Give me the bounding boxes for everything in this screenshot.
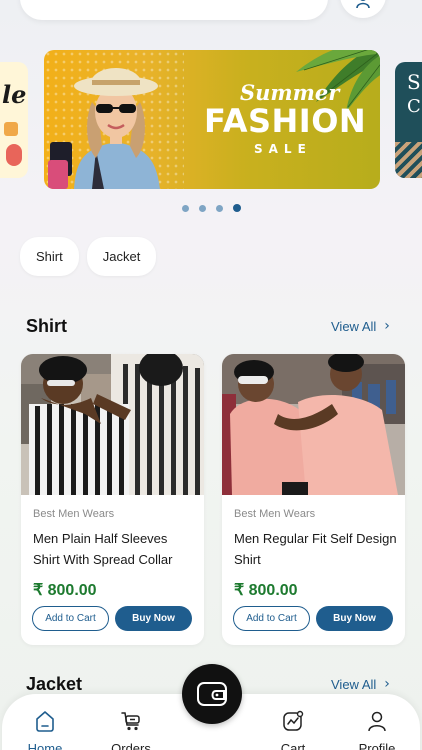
banner-next-peek[interactable]: S C [395,62,422,178]
orders-icon [121,712,140,731]
product-brand: Best Men Wears [234,508,316,520]
profile-icon [368,711,386,732]
home-icon [36,711,54,732]
carousel-dot[interactable] [182,204,189,212]
add-to-cart-button[interactable]: Add to Cart [233,606,310,631]
model-photo [48,68,160,189]
chip-jacket[interactable]: Jacket [86,237,157,276]
carousel-dot-active[interactable] [233,204,241,212]
nav-profile-label: Profile [358,741,396,750]
buy-now-button[interactable]: Buy Now [316,606,393,631]
section-title-shirt: Shirt [26,316,68,336]
buy-now-button[interactable]: Buy Now [115,606,192,631]
product-name[interactable]: Men Plain Half Sleeves Shirt With Spread… [33,528,197,570]
product-price: ₹ 800.00 [33,582,97,599]
search-input[interactable] [20,0,328,20]
banner-peek-text: le. [2,80,28,109]
product-image [21,354,204,495]
product-card[interactable]: Best Men Wears Men Plain Half Sleeves Sh… [21,354,204,645]
nav-orders-label: Orders [111,741,151,750]
product-name[interactable]: Men Regular Fit Self Design Shirt [234,528,398,570]
category-chips: Shirt Jacket [20,237,157,276]
wallet-button[interactable] [182,664,242,724]
nav-home[interactable]: Home [10,710,80,750]
carousel-dot[interactable] [199,204,206,212]
add-to-cart-button[interactable]: Add to Cart [32,606,109,631]
top-bar [0,0,422,22]
section-title-jacket: Jacket [26,674,83,694]
nav-profile[interactable]: Profile [342,710,412,750]
promo-banner[interactable]: Summer FASHION SALE [44,50,380,189]
nav-orders[interactable]: Orders [96,710,166,750]
nav-cart-label: Cart [280,741,306,750]
carousel-dot[interactable] [216,204,223,212]
product-brand: Best Men Wears [33,508,115,520]
chevron-right-icon: › [384,318,390,334]
wallet-icon [197,682,227,706]
user-button[interactable] [340,0,386,18]
cart-icon [283,710,304,731]
product-card[interactable]: Best Men Wears Men Regular Fit Self Desi… [222,354,405,645]
banner-title: FASHION [204,102,367,140]
chip-shirt[interactable]: Shirt [20,237,79,276]
product-image [222,354,405,495]
banner-previous-peek[interactable]: le. [0,62,28,178]
view-all-jacket-link[interactable]: View All › [331,676,390,692]
nav-cart[interactable]: Cart [258,710,328,750]
carousel-indicator [182,204,241,212]
product-price: ₹ 800.00 [234,582,298,599]
nav-home-label: Home [27,741,63,750]
user-icon [356,0,370,8]
view-all-shirt-link[interactable]: View All › [331,318,390,334]
chevron-right-icon: › [384,676,390,692]
banner-subtitle: SALE [254,142,312,156]
